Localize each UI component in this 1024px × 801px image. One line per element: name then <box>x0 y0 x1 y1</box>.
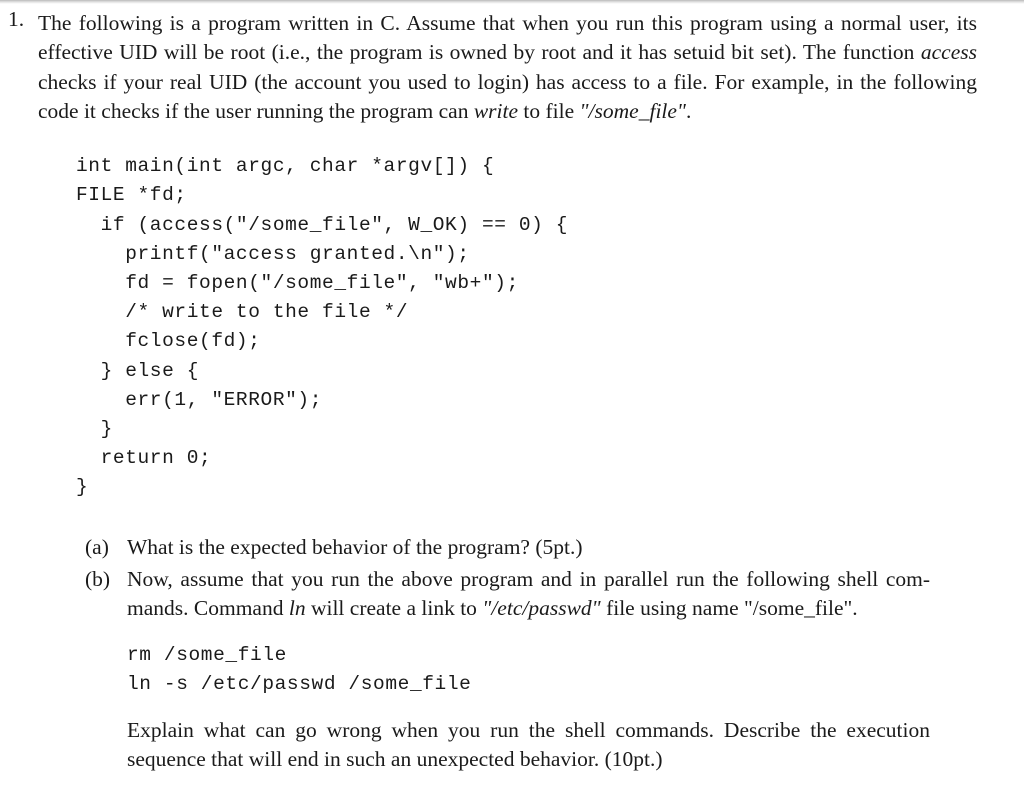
part-a-text: What is the expected behavior of the pro… <box>127 534 583 559</box>
question-part-a: (a) What is the expected behavior of the… <box>38 533 977 562</box>
document-page: 1. The following is a program written in… <box>0 0 1024 801</box>
intro-emphasis-write: write <box>473 98 519 123</box>
question-parts-list: (a) What is the expected behavior of the… <box>38 533 977 775</box>
part-b-text-part-3: file using name "/some_file". <box>600 596 858 621</box>
page-content: 1. The following is a program written in… <box>0 4 1024 778</box>
intro-text-part-1: The following is a program written in C.… <box>38 11 977 65</box>
part-b-emphasis-etc-passwd: "/etc/passwd" <box>482 596 601 621</box>
part-b-emphasis-ln: ln <box>288 596 306 621</box>
intro-text-part-4: . <box>685 98 692 123</box>
part-b-text-part-2: will create a link to <box>305 596 483 621</box>
question-number: 1. <box>8 7 25 31</box>
c-source-code-block: int main(int argc, char *argv[]) { FILE … <box>76 155 569 499</box>
part-a-label: (a) <box>85 534 109 559</box>
question-item-1: 1. The following is a program written in… <box>0 4 1024 775</box>
part-b-tail-text: Explain what can go wrong when you run t… <box>127 717 930 772</box>
intro-text-part-3: to file <box>518 98 580 123</box>
part-b-text: Now, assume that you run the above progr… <box>127 565 930 624</box>
part-b-label: (b) <box>85 566 111 591</box>
question-part-b: (b) Now, assume that you run the above p… <box>38 565 977 775</box>
intro-emphasis-access: access <box>920 40 977 65</box>
question-intro-paragraph: The following is a program written in C.… <box>38 4 977 126</box>
shell-commands-block: rm /some_file ln -s /etc/passwd /some_fi… <box>127 643 472 695</box>
intro-emphasis-some-file: "/some_file" <box>579 98 686 123</box>
